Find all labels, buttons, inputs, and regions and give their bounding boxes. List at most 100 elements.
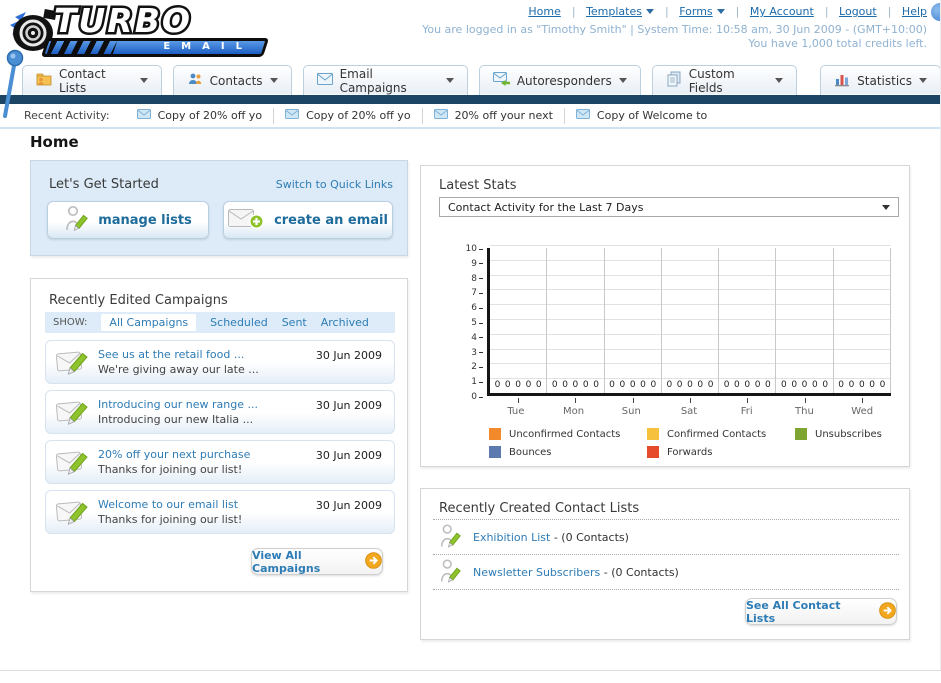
bar-value-label: 0 bbox=[629, 380, 636, 390]
contact-list-count: - (0 Contacts) bbox=[603, 565, 679, 579]
tab-custom-fields[interactable]: Custom Fields bbox=[651, 65, 798, 95]
manage-lists-label: manage lists bbox=[98, 212, 192, 228]
bar-value-label: 0 bbox=[811, 380, 818, 390]
campaign-title-link[interactable]: 20% off your next purchase bbox=[98, 447, 250, 462]
logo-hatch-decoration bbox=[46, 41, 118, 54]
nav-my-account[interactable]: My Account bbox=[750, 5, 836, 18]
campaign-title-link[interactable]: See us at the retail food ... bbox=[98, 347, 259, 362]
contact-list-count: - (0 Contacts) bbox=[553, 530, 629, 544]
campaign-title-link[interactable]: Introducing our new range ... bbox=[98, 397, 258, 412]
view-all-campaigns-button[interactable]: View All Campaigns bbox=[251, 548, 383, 575]
nav-help[interactable]: Help bbox=[902, 5, 927, 18]
bar-value-label: 0 bbox=[723, 380, 730, 390]
divider bbox=[433, 589, 899, 590]
campaign-subtitle: Thanks for joining our list! bbox=[98, 463, 243, 476]
contact-list-link[interactable]: Newsletter Subscribers bbox=[473, 566, 600, 579]
recent-activity-item[interactable]: Copy of 20% off yo bbox=[274, 107, 423, 124]
y-tick-label: 6 bbox=[471, 303, 483, 313]
filter-archived[interactable]: Archived bbox=[321, 316, 369, 329]
header: TURBO EMAIL Home Templates Forms My Acco… bbox=[0, 0, 941, 64]
page-title: Home bbox=[30, 133, 79, 151]
campaign-title-link[interactable]: Welcome to our email list bbox=[98, 497, 242, 512]
nav-logout[interactable]: Logout bbox=[839, 5, 898, 18]
legend-label: Confirmed Contacts bbox=[667, 428, 767, 440]
bar-value-label: 0 bbox=[754, 380, 761, 390]
envelope-icon bbox=[136, 109, 151, 122]
recent-activity-item[interactable]: Copy of Welcome to bbox=[565, 108, 718, 124]
x-axis-label: Tue bbox=[507, 406, 525, 417]
chevron-down-icon bbox=[646, 9, 654, 14]
nav-templates[interactable]: Templates bbox=[586, 5, 676, 18]
bar-value-label: 0 bbox=[781, 380, 787, 390]
tab-contacts[interactable]: Contacts bbox=[172, 65, 292, 95]
nav-forms[interactable]: Forms bbox=[679, 5, 746, 18]
contact-list-link[interactable]: Exhibition List bbox=[473, 531, 550, 544]
legend-swatch bbox=[489, 446, 501, 458]
contact-lists-folder-icon bbox=[36, 71, 52, 90]
chart-day-group: 00000 bbox=[719, 248, 777, 403]
campaign-list-item: 20% off your next purchase Thanks for joi… bbox=[45, 440, 395, 484]
manage-lists-button[interactable]: manage lists bbox=[47, 201, 209, 239]
tab-label: Statistics bbox=[857, 73, 912, 88]
bar-value-label: 0 bbox=[879, 380, 886, 390]
tab-contact-lists[interactable]: Contact Lists bbox=[22, 65, 162, 95]
switch-quick-links-link[interactable]: Switch to Quick Links bbox=[276, 178, 393, 191]
stats-period-select[interactable]: Contact Activity for the Last 7 Days bbox=[439, 197, 899, 217]
legend-item: Bounces bbox=[489, 446, 647, 458]
legend-swatch bbox=[647, 446, 659, 458]
bar-value-label: 0 bbox=[791, 380, 798, 390]
filter-sent[interactable]: Sent bbox=[282, 316, 307, 329]
nav-home[interactable]: Home bbox=[528, 5, 582, 18]
create-email-button[interactable]: create an email bbox=[223, 201, 393, 239]
tab-email-campaigns[interactable]: Email Campaigns bbox=[302, 65, 468, 95]
svg-text:TURBO: TURBO bbox=[54, 1, 192, 40]
envelope-icon bbox=[285, 109, 300, 122]
bar-value-label: 0 bbox=[593, 380, 599, 390]
filter-scheduled[interactable]: Scheduled bbox=[210, 316, 268, 329]
chart-day-group: 00000 bbox=[662, 248, 720, 403]
chevron-down-icon bbox=[919, 78, 927, 83]
bar-value-label: 0 bbox=[666, 380, 673, 390]
chevron-down-icon bbox=[775, 78, 784, 83]
person-pencil-icon bbox=[439, 523, 461, 552]
tab-autoresponders[interactable]: Autoresponders bbox=[478, 65, 641, 95]
campaign-date: 30 Jun 2009 bbox=[315, 449, 382, 462]
campaign-subtitle: Thanks for joining our list! bbox=[98, 513, 243, 526]
person-pencil-icon bbox=[439, 558, 461, 587]
person-pencil-icon bbox=[64, 205, 88, 236]
bar-value-label: 0 bbox=[822, 380, 829, 390]
contact-lists-title: Recently Created Contact Lists bbox=[439, 501, 640, 516]
recent-activity-item[interactable]: Copy of 20% off yo bbox=[126, 107, 275, 124]
latest-stats-title: Latest Stats bbox=[439, 178, 517, 193]
divider bbox=[433, 519, 899, 520]
callout-pin bbox=[0, 48, 24, 126]
envelope-pencil-icon bbox=[55, 449, 90, 481]
activity-item-label: Copy of 20% off yo bbox=[306, 109, 411, 122]
legend-item: Forwards bbox=[647, 446, 795, 458]
tab-label: Autoresponders bbox=[516, 73, 612, 88]
view-all-campaigns-label: View All Campaigns bbox=[252, 548, 321, 575]
see-all-contact-lists-button[interactable]: See All Contact Lists bbox=[745, 598, 897, 625]
top-nav: Home Templates Forms My Account Logout H… bbox=[528, 5, 927, 18]
logo-email-bar: EMAIL bbox=[40, 38, 270, 57]
filter-all-campaigns[interactable]: All Campaigns bbox=[101, 314, 197, 331]
tab-label: Email Campaigns bbox=[339, 66, 407, 95]
recent-activity-item[interactable]: 20% off your next bbox=[423, 107, 565, 124]
bar-value-label: 0 bbox=[676, 380, 683, 390]
bar-value-label: 0 bbox=[858, 380, 865, 390]
bar-value-label: 0 bbox=[697, 380, 704, 390]
legend-label: Forwards bbox=[667, 446, 713, 458]
bar-chart-icon bbox=[834, 71, 850, 90]
y-tick-label: 5 bbox=[471, 318, 483, 328]
bar-value-label: 0 bbox=[707, 380, 714, 390]
x-axis-label: Thu bbox=[795, 406, 814, 417]
tab-statistics[interactable]: Statistics bbox=[820, 65, 941, 95]
tab-label: Custom Fields bbox=[688, 66, 735, 95]
chart-legend: Unconfirmed Contacts Confirmed Contacts Un… bbox=[489, 428, 882, 458]
campaign-list-item: Introducing our new range ... Introducing… bbox=[45, 390, 395, 434]
chart-day-group: 00000 bbox=[547, 248, 605, 403]
bar-value-label: 0 bbox=[650, 380, 657, 390]
y-tick-label: 9 bbox=[471, 259, 483, 269]
bar-value-label: 0 bbox=[609, 380, 615, 390]
chevron-down-icon bbox=[882, 204, 890, 210]
